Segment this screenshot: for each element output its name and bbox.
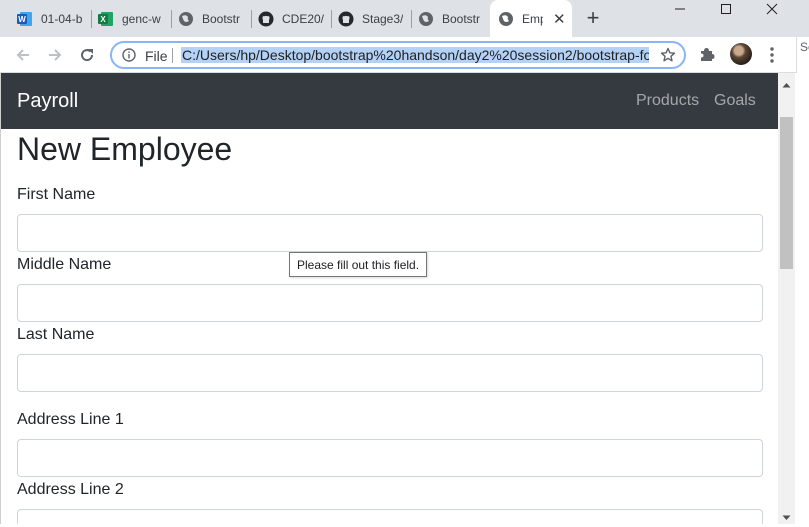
svg-text:X: X [100,15,106,24]
tab-bootstrap-1[interactable]: Bootstr [178,6,242,31]
url-text[interactable]: C:/Users/hp/Desktop/bootstrap%20handson/… [181,46,649,65]
globe-icon [498,11,514,27]
first-name-input[interactable] [17,214,763,252]
tab-separator [171,10,172,28]
vertical-scrollbar[interactable] [778,73,795,524]
tab-title: 01-04-b [41,11,83,26]
tab-separator [411,10,412,28]
tab-title: CDE20/ [282,11,324,26]
navbar: Payroll Products Goals [1,73,778,129]
github-icon [258,11,274,27]
tab-title: Bootstr [442,11,481,26]
tab-strip: W 01-04-b X genc-w Bootstr CDE20/ Stage3… [0,0,809,37]
forward-icon[interactable] [44,44,66,66]
page-title: New Employee [17,131,233,167]
globe-icon [178,11,194,27]
excel-icon: X [98,11,114,27]
navbar-brand[interactable]: Payroll [17,90,78,113]
github-icon [338,11,354,27]
address-line-1-label: Address Line 1 [17,411,124,428]
tab-separator [91,10,92,28]
tab-github-cde[interactable]: CDE20/ [258,6,324,31]
address-line-1-input[interactable] [17,439,763,477]
nav-link-products[interactable]: Products [636,92,699,110]
svg-text:W: W [18,15,26,24]
scroll-down-arrow-icon[interactable] [782,509,791,520]
extensions-puzzle-icon[interactable] [698,45,716,63]
browser-toolbar: File C:/Users/hp/Desktop/bootstrap%20han… [0,37,809,73]
info-icon[interactable] [122,48,136,62]
address-line-2-label: Address Line 2 [17,481,124,498]
scheme-label: File [145,48,168,64]
tab-separator [251,10,252,28]
middle-name-input[interactable] [17,284,763,322]
back-icon[interactable] [12,44,34,66]
nav-link-goals[interactable]: Goals [714,92,756,110]
tab-title: Bootstr [202,11,241,26]
tab-github-stage3[interactable]: Stage3/ [338,6,404,31]
word-icon: W [17,11,33,27]
middle-name-label: Middle Name [17,256,112,273]
tab-title: Emp [522,11,543,26]
minimize-icon[interactable] [657,0,703,17]
last-name-input[interactable] [17,354,763,392]
page-viewport: Payroll Products Goals New Employee Firs… [0,73,778,524]
first-name-label: First Name [17,186,96,203]
omnibox-divider [172,48,173,63]
close-window-icon[interactable] [749,0,795,17]
tab-excel-doc[interactable]: X genc-w [98,6,166,31]
bookmark-star-icon[interactable] [660,47,676,63]
globe-icon [418,11,434,27]
tab-employee-active[interactable]: Emp ✕ [490,0,572,37]
close-tab-icon[interactable]: ✕ [553,10,566,28]
last-name-label: Last Name [17,326,95,343]
tab-separator [331,10,332,28]
new-tab-button[interactable]: + [583,7,603,29]
tab-title: Stage3/ [362,11,404,26]
address-bar[interactable]: File C:/Users/hp/Desktop/bootstrap%20han… [110,41,686,69]
reload-icon[interactable] [76,44,98,66]
scrollbar-thumb[interactable] [780,117,793,269]
address-line-2-input[interactable] [17,509,763,524]
window-edge [795,73,809,524]
side-window-peek: Se [796,37,809,73]
maximize-icon[interactable] [703,0,749,17]
tab-word-doc[interactable]: W 01-04-b [17,6,85,31]
tab-bootstrap-2[interactable]: Bootstr [418,6,482,31]
tab-title: genc-w [122,11,161,26]
validation-tooltip: Please fill out this field. [289,252,427,277]
url-selected-text[interactable]: C:/Users/hp/Desktop/bootstrap%20handson/… [181,47,649,63]
more-menu-icon[interactable] [766,45,778,65]
profile-avatar[interactable] [730,43,752,65]
scroll-up-arrow-icon[interactable] [782,77,791,88]
